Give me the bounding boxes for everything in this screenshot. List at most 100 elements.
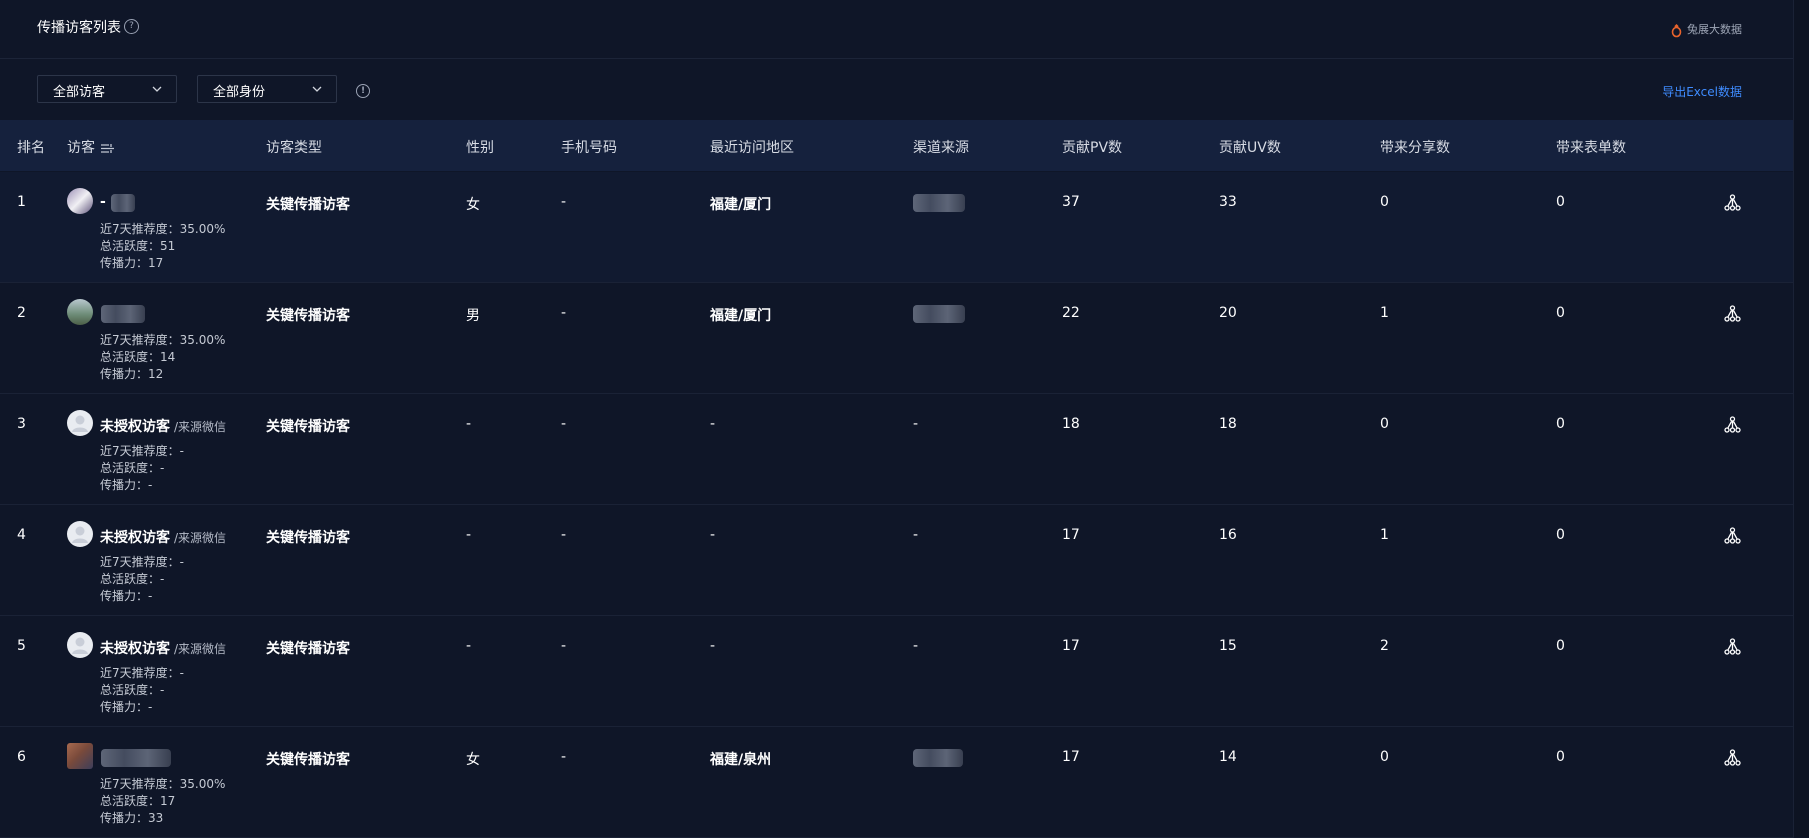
- pv-cell: 17: [1062, 527, 1080, 543]
- vertical-scrollbar[interactable]: [1793, 0, 1809, 837]
- page-title: 传播访客列表: [37, 20, 121, 36]
- propagation-tree-icon[interactable]: [1724, 305, 1741, 322]
- propagation-tree-icon[interactable]: [1724, 416, 1741, 433]
- table-row[interactable]: 6 近7天推荐度：35.00% 总活跃度：17 传播力：33 关键传播访客 女 …: [0, 727, 1794, 838]
- visitor-name: 未授权访客/来源微信: [100, 416, 226, 436]
- col-visitor[interactable]: 访客: [67, 137, 114, 157]
- recommend-rate: 近7天推荐度：-: [100, 444, 184, 458]
- blurred-name: [101, 305, 145, 323]
- col-visitor-label: 访客: [67, 140, 95, 156]
- visitor-filter-select[interactable]: 全部访客: [37, 75, 177, 103]
- region-cell: 福建/泉州: [710, 752, 772, 768]
- uv-cell: 15: [1219, 638, 1237, 654]
- col-uv: 贡献UV数: [1219, 140, 1281, 156]
- info-icon[interactable]: !: [356, 84, 370, 98]
- rank-cell: 5: [17, 638, 26, 654]
- default-user-icon: [72, 415, 88, 432]
- identity-filter-select[interactable]: 全部身份: [197, 75, 337, 103]
- visitor-type-cell: 关键传播访客: [266, 530, 350, 546]
- channel-cell: -: [913, 416, 919, 432]
- visitor-type-cell: 关键传播访客: [266, 197, 350, 213]
- region-cell: 福建/厦门: [710, 308, 772, 324]
- activity: 总活跃度：51: [100, 239, 176, 253]
- col-type: 访客类型: [266, 140, 322, 156]
- channel-cell: -: [913, 527, 919, 543]
- share-cell: 2: [1380, 638, 1389, 654]
- uv-cell: 16: [1219, 527, 1237, 543]
- blurred-channel: [913, 194, 965, 212]
- visitor-list-panel: 传播访客列表 ? 兔展大数据 全部访客 全部身份 ! 导出Excel数据 排名 …: [0, 0, 1794, 838]
- region-cell: 福建/厦门: [710, 197, 772, 213]
- table-row[interactable]: 3 未授权访客/来源微信 近7天推荐度：- 总活跃度：- 传播力：- 关键传播访…: [0, 394, 1794, 505]
- identity-filter-value: 全部身份: [213, 85, 266, 100]
- uv-cell: 14: [1219, 749, 1237, 765]
- sex-cell: -: [466, 527, 472, 543]
- table-row[interactable]: 2 近7天推荐度：35.00% 总活跃度：14 传播力：12 关键传播访客 男 …: [0, 283, 1794, 394]
- phone-cell: -: [561, 638, 567, 654]
- col-rank: 排名: [17, 140, 45, 156]
- channel-cell: -: [913, 638, 919, 654]
- phone-cell: -: [561, 749, 567, 765]
- visitor-name: 未授权访客/来源微信: [100, 638, 226, 658]
- visitor-source: /来源微信: [174, 642, 227, 656]
- col-phone: 手机号码: [561, 140, 617, 156]
- activity: 总活跃度：14: [100, 350, 176, 364]
- propagation-tree-icon[interactable]: [1724, 527, 1741, 544]
- form-cell: 0: [1556, 527, 1565, 543]
- avatar: [67, 632, 93, 658]
- visitor-source: /来源微信: [174, 420, 227, 434]
- spread-power: 传播力：-: [100, 478, 153, 492]
- recommend-rate: 近7天推荐度：-: [100, 666, 184, 680]
- col-pv: 贡献PV数: [1062, 140, 1123, 156]
- share-cell: 0: [1380, 749, 1389, 765]
- form-cell: 0: [1556, 194, 1565, 210]
- spread-power: 传播力：17: [100, 256, 164, 270]
- avatar: [67, 188, 93, 214]
- visitor-type-cell: 关键传播访客: [266, 752, 350, 768]
- pv-cell: 18: [1062, 416, 1080, 432]
- propagation-tree-icon[interactable]: [1724, 194, 1741, 211]
- visitor-filter-value: 全部访客: [53, 85, 106, 100]
- export-excel-link[interactable]: 导出Excel数据: [1662, 83, 1742, 100]
- sex-cell: 女: [466, 752, 480, 768]
- form-cell: 0: [1556, 305, 1565, 321]
- col-form: 带来表单数: [1556, 140, 1626, 156]
- propagation-tree-icon[interactable]: [1724, 749, 1741, 766]
- rank-cell: 1: [17, 194, 26, 210]
- table-row[interactable]: 1 - 近7天推荐度：35.00% 总活跃度：51 传播力：17 关键传播访客 …: [0, 172, 1794, 283]
- propagation-tree-icon[interactable]: [1724, 638, 1741, 655]
- recommend-rate: 近7天推荐度：35.00%: [100, 333, 226, 347]
- avatar: [67, 521, 93, 547]
- share-cell: 1: [1380, 305, 1389, 321]
- rabbit-icon: [1671, 20, 1682, 38]
- avatar: [67, 410, 93, 436]
- spread-power: 传播力：12: [100, 367, 164, 381]
- table-row[interactable]: 4 未授权访客/来源微信 近7天推荐度：- 总活跃度：- 传播力：- 关键传播访…: [0, 505, 1794, 616]
- visitor-name-text: -: [100, 194, 106, 210]
- filter-sort-icon[interactable]: [101, 143, 114, 154]
- filter-bar: 全部访客 全部身份 ! 导出Excel数据: [0, 59, 1794, 119]
- form-cell: 0: [1556, 416, 1565, 432]
- pv-cell: 22: [1062, 305, 1080, 321]
- avatar: [67, 743, 93, 769]
- visitor-type-cell: 关键传播访客: [266, 419, 350, 435]
- table-header: 排名 访客 访客类型 性别 手机号码 最近访问地区 渠道来源 贡献PV数 贡献U…: [0, 120, 1794, 171]
- form-cell: 0: [1556, 749, 1565, 765]
- rank-cell: 4: [17, 527, 26, 543]
- pv-cell: 17: [1062, 749, 1080, 765]
- pv-cell: 17: [1062, 638, 1080, 654]
- rank-cell: 2: [17, 305, 26, 321]
- visitor-name-text: 未授权访客: [100, 530, 170, 546]
- spread-power: 传播力：-: [100, 700, 153, 714]
- default-user-icon: [72, 637, 88, 654]
- visitor-type-cell: 关键传播访客: [266, 641, 350, 657]
- help-icon[interactable]: ?: [124, 19, 139, 34]
- form-cell: 0: [1556, 638, 1565, 654]
- share-cell: 0: [1380, 194, 1389, 210]
- default-user-icon: [72, 526, 88, 543]
- region-cell: -: [710, 638, 716, 654]
- blurred-channel: [913, 749, 963, 767]
- share-cell: 0: [1380, 416, 1389, 432]
- table-row[interactable]: 5 未授权访客/来源微信 近7天推荐度：- 总活跃度：- 传播力：- 关键传播访…: [0, 616, 1794, 727]
- chevron-down-icon: [312, 86, 322, 92]
